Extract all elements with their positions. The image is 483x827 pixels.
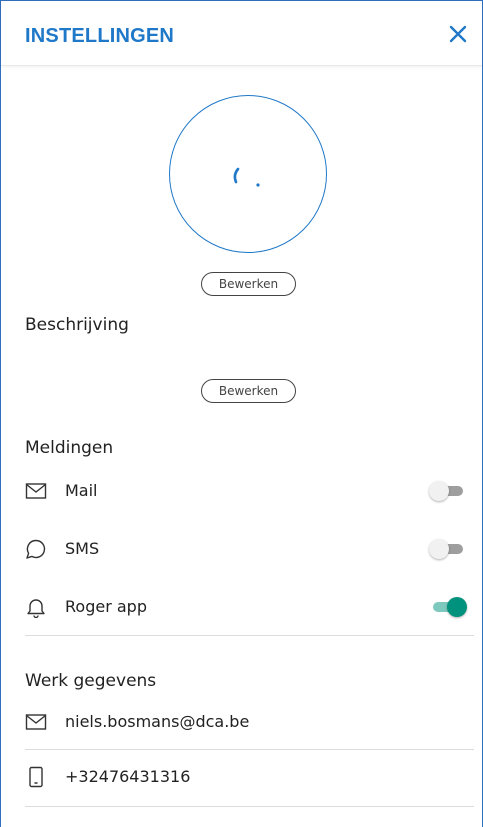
page-title: INSTELLINGEN [25, 25, 175, 47]
mail-toggle[interactable] [429, 480, 469, 502]
header: INSTELLINGEN [1, 1, 482, 66]
toggle-knob [429, 481, 449, 501]
notification-label-mail: Mail [65, 481, 98, 500]
close-icon[interactable] [447, 23, 469, 45]
toggle-knob [429, 539, 449, 559]
settings-panel: INSTELLINGEN Bewerken Beschrijving Bewer… [0, 0, 483, 827]
edit-description-button[interactable]: Bewerken [201, 379, 296, 403]
roger-app-toggle[interactable] [429, 596, 469, 618]
divider [25, 806, 474, 807]
notifications-title: Meldingen [25, 438, 114, 458]
sms-toggle[interactable] [429, 538, 469, 560]
mail-icon [25, 483, 47, 499]
chat-bubble-icon [26, 539, 46, 559]
description-title: Beschrijving [25, 315, 129, 335]
notification-label-roger-app: Roger app [65, 597, 147, 616]
divider [25, 749, 474, 750]
phone-icon [29, 766, 43, 788]
edit-avatar-button[interactable]: Bewerken [201, 272, 296, 296]
loading-spinner-icon [233, 167, 260, 187]
work-phone[interactable]: +32476431316 [65, 767, 190, 786]
work-details-title: Werk gegevens [25, 671, 157, 691]
divider [25, 635, 474, 636]
mail-icon [25, 714, 47, 730]
work-email[interactable]: niels.bosmans@dca.be [65, 712, 249, 731]
toggle-knob [447, 597, 467, 617]
bell-icon [27, 599, 45, 618]
notification-label-sms: SMS [65, 539, 100, 558]
